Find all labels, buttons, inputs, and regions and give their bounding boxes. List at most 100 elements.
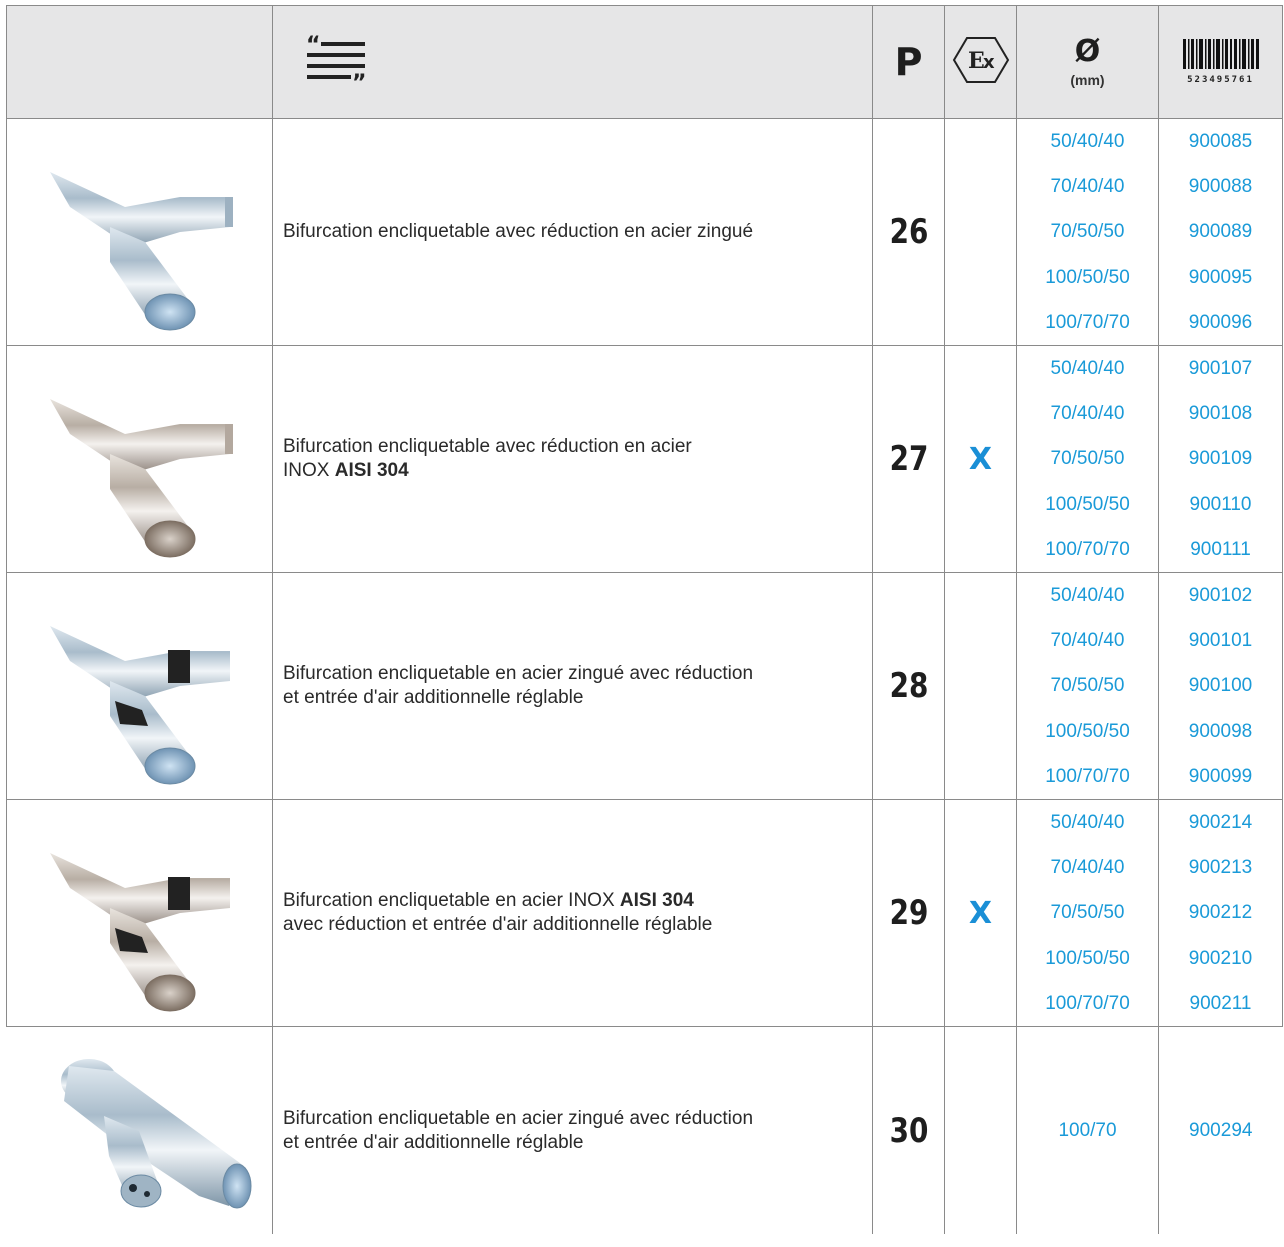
header-description-cell: “ ” bbox=[272, 5, 873, 119]
article-code: 900100 bbox=[1188, 675, 1253, 697]
article-code: 900099 bbox=[1188, 765, 1253, 787]
description-line: et entrée d'air additionnelle réglable bbox=[283, 1131, 584, 1153]
atex-ex-icon: E x bbox=[952, 37, 1009, 83]
article-code: 900214 bbox=[1188, 812, 1253, 833]
diameter-value: 100/50/50 bbox=[1045, 493, 1130, 515]
diameter-value: 50/40/40 bbox=[1050, 358, 1125, 379]
diameter-list: 100/70 bbox=[1016, 1026, 1159, 1234]
article-code: 900211 bbox=[1189, 992, 1252, 1014]
svg-text:x: x bbox=[983, 52, 995, 73]
description-line: Bifurcation encliquetable en acier INOX bbox=[283, 890, 620, 911]
article-code: 900102 bbox=[1188, 585, 1253, 606]
diameter-value: 70/40/40 bbox=[1050, 630, 1125, 652]
diameter-value: 100/70/70 bbox=[1045, 765, 1130, 787]
barcode-digits: 523495761 bbox=[1187, 74, 1254, 85]
zinc-plated-branch-icon bbox=[49, 172, 233, 331]
stainless-branch-icon bbox=[49, 399, 233, 558]
header-barcode-cell: 523495761 bbox=[1158, 5, 1283, 119]
code-list: 900102 900101 900100 900098 900099 bbox=[1158, 572, 1283, 800]
article-code: 900089 bbox=[1188, 221, 1253, 243]
description-line: INOX bbox=[283, 460, 335, 481]
header-page-label: P bbox=[872, 5, 945, 119]
diameter-list: 50/40/40 70/40/40 70/50/50 100/50/50 100… bbox=[1016, 345, 1159, 573]
barcode-icon: 523495761 bbox=[1182, 38, 1259, 85]
article-code: 900108 bbox=[1188, 403, 1253, 425]
page-number: 27 bbox=[878, 345, 939, 573]
description-line: Bifurcation encliquetable avec réduction… bbox=[283, 221, 754, 242]
table-row: Bifurcation encliquetable avec réduction… bbox=[6, 118, 1283, 346]
text-lines-quote-icon: “ ” bbox=[306, 33, 366, 96]
article-code: 900110 bbox=[1189, 493, 1252, 515]
article-code: 900111 bbox=[1190, 538, 1251, 560]
diameter-list: 50/40/40 70/40/40 70/50/50 100/50/50 100… bbox=[1016, 572, 1159, 800]
page-number: 30 bbox=[878, 1026, 939, 1234]
diameter-value: 100/70/70 bbox=[1045, 311, 1130, 333]
zinc-plated-branch-air-inlet-icon bbox=[49, 626, 230, 785]
diameter-value: 70/50/50 bbox=[1050, 675, 1125, 697]
article-code: 900107 bbox=[1188, 358, 1253, 379]
header-ex-cell: E x bbox=[944, 5, 1017, 119]
ex-marker bbox=[944, 1026, 1017, 1234]
product-description: Bifurcation encliquetable avec réduction… bbox=[272, 118, 873, 346]
page-number: 28 bbox=[878, 572, 939, 800]
article-code: 900101 bbox=[1188, 630, 1253, 652]
diameter-unit: (mm) bbox=[1070, 72, 1105, 88]
table-row: Bifurcation encliquetable en acier INOX … bbox=[6, 799, 1283, 1027]
description-bold: AISI 304 bbox=[334, 460, 409, 481]
page-number: 26 bbox=[878, 118, 939, 346]
table-row: Bifurcation encliquetable en acier zingu… bbox=[6, 1026, 1283, 1234]
article-code: 900213 bbox=[1188, 857, 1253, 879]
zinc-plated-branch-large-icon bbox=[61, 1058, 252, 1208]
diameter-value: 70/50/50 bbox=[1050, 221, 1125, 243]
code-list: 900214 900213 900212 900210 900211 bbox=[1158, 799, 1283, 1027]
header-diameter-cell: Ø (mm) bbox=[1016, 5, 1159, 119]
diameter-value: 100/70/70 bbox=[1045, 538, 1130, 560]
diameter-value: 50/40/40 bbox=[1050, 812, 1125, 833]
product-image-cell bbox=[6, 118, 273, 346]
diameter-value: 70/40/40 bbox=[1050, 403, 1125, 425]
product-description: Bifurcation encliquetable en acier zingu… bbox=[272, 1026, 873, 1234]
diameter-value: 100/70/70 bbox=[1045, 992, 1130, 1014]
table-row: Bifurcation encliquetable avec réduction… bbox=[6, 345, 1283, 573]
product-image-cell bbox=[6, 345, 273, 573]
product-image-cell bbox=[6, 572, 273, 800]
diameter-value: 70/50/50 bbox=[1050, 902, 1125, 924]
description-line: Bifurcation encliquetable en acier zingu… bbox=[283, 1107, 754, 1129]
article-code: 900096 bbox=[1188, 311, 1253, 333]
description-bold: AISI 304 bbox=[619, 890, 694, 911]
diameter-value: 70/40/40 bbox=[1050, 176, 1125, 198]
diameter-value: 50/40/40 bbox=[1050, 585, 1125, 606]
diameter-list: 50/40/40 70/40/40 70/50/50 100/50/50 100… bbox=[1016, 799, 1159, 1027]
diameter-value: 100/70 bbox=[1058, 1119, 1117, 1141]
product-image-cell bbox=[6, 799, 273, 1027]
diameter-list: 50/40/40 70/40/40 70/50/50 100/50/50 100… bbox=[1016, 118, 1159, 346]
article-code: 900109 bbox=[1188, 448, 1253, 470]
header-image-cell bbox=[6, 5, 273, 119]
product-description: Bifurcation encliquetable avec réduction… bbox=[272, 345, 873, 573]
ex-marker: X bbox=[944, 799, 1017, 1027]
diameter-value: 100/50/50 bbox=[1045, 266, 1130, 288]
table-row: Bifurcation encliquetable en acier zingu… bbox=[6, 572, 1283, 800]
description-line: et entrée d'air additionnelle réglable bbox=[283, 687, 584, 708]
article-code: 900212 bbox=[1188, 902, 1253, 924]
table-header-row: “ ” P E x Ø (mm) 523495761 bbox=[6, 5, 1283, 119]
article-code: 900210 bbox=[1188, 947, 1253, 969]
description-line: avec réduction et entrée d'air additionn… bbox=[283, 914, 713, 935]
ex-marker bbox=[944, 118, 1017, 346]
diameter-value: 70/50/50 bbox=[1050, 448, 1125, 470]
ex-marker: X bbox=[944, 345, 1017, 573]
product-image-cell bbox=[6, 1026, 273, 1234]
ex-marker bbox=[944, 572, 1017, 800]
article-code: 900085 bbox=[1188, 131, 1253, 152]
article-code: 900294 bbox=[1189, 1119, 1253, 1141]
diameter-value: 50/40/40 bbox=[1050, 131, 1125, 152]
barcode-bars bbox=[1182, 38, 1259, 69]
product-description: Bifurcation encliquetable en acier zingu… bbox=[272, 572, 873, 800]
code-list: 900107 900108 900109 900110 900111 bbox=[1158, 345, 1283, 573]
stainless-branch-air-inlet-icon bbox=[49, 853, 230, 1012]
svg-text:”: ” bbox=[352, 71, 366, 88]
product-description: Bifurcation encliquetable en acier INOX … bbox=[272, 799, 873, 1027]
article-code: 900095 bbox=[1188, 266, 1253, 288]
diameter-symbol: Ø bbox=[1074, 34, 1101, 69]
diameter-value: 100/50/50 bbox=[1045, 947, 1130, 969]
